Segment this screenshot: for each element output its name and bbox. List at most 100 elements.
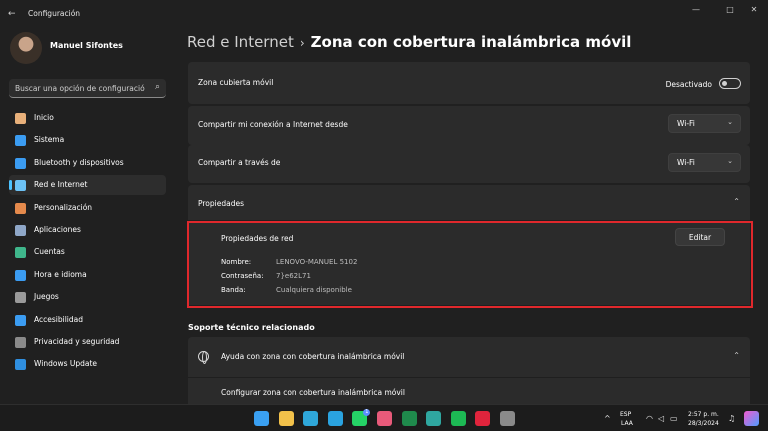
sidebar-item-label: Windows Update [34, 359, 98, 369]
clock-time[interactable]: 2:57 p. m. [688, 411, 719, 418]
chevron-up-icon[interactable]: ⌃ [733, 197, 740, 206]
support-section-title: Soporte técnico relacionado [188, 323, 315, 332]
share-over-label: Compartir a través de [198, 158, 281, 167]
share-from-dropdown[interactable]: Wi-Fi ⌄ [668, 114, 741, 133]
minimize-button[interactable]: — [686, 4, 706, 16]
close-button[interactable]: ✕ [744, 4, 764, 16]
sidebar-item-label: Accesibilidad [34, 314, 83, 324]
excel-icon[interactable] [401, 411, 417, 426]
properties-header-label: Propiedades [198, 199, 244, 208]
search-icon[interactable]: ⌕ [155, 82, 160, 92]
share-over-dropdown[interactable]: Wi-Fi ⌄ [668, 153, 741, 172]
accessibility-icon [15, 314, 26, 326]
breadcrumb-parent[interactable]: Red e Internet [187, 33, 294, 51]
account-icon [15, 247, 26, 259]
share-over-card: Compartir a través de Wi-Fi ⌄ [188, 145, 750, 183]
app-icon[interactable] [377, 411, 392, 426]
sidebar-item-hora-e-idioma[interactable]: Hora e idioma [9, 265, 166, 285]
hotspot-toggle[interactable] [719, 78, 741, 89]
copilot-icon[interactable] [744, 411, 759, 426]
app-title: Configuración [28, 9, 81, 18]
volume-icon[interactable]: ◁ [658, 414, 664, 423]
highlight-box [187, 221, 753, 308]
help-title[interactable]: Ayuda con zona con cobertura inalámbrica… [221, 352, 404, 361]
hotspot-label: Zona cubierta móvil [198, 78, 274, 87]
sidebar-item-personalización[interactable]: Personalización [9, 198, 166, 218]
bluetooth-icon [15, 157, 26, 169]
clock-globe-icon [15, 269, 26, 281]
brush-icon [15, 202, 26, 214]
sidebar-item-sistema[interactable]: Sistema [9, 130, 166, 150]
share-from-value: Wi-Fi [677, 119, 695, 128]
shield-icon [15, 337, 26, 348]
sidebar-item-cuentas[interactable]: Cuentas [9, 242, 166, 262]
back-arrow-icon[interactable]: ← [8, 8, 20, 20]
hotspot-card: Zona cubierta móvil Desactivado [188, 62, 750, 104]
wifi-icon[interactable]: ◠ [646, 414, 653, 423]
settings-icon[interactable] [500, 411, 515, 426]
sidebar-item-label: Juegos [34, 292, 59, 302]
chevron-up-icon[interactable]: ⌃ [733, 351, 740, 360]
windows-start-icon[interactable] [254, 411, 269, 426]
help-card: Ayuda con zona con cobertura inalámbrica… [188, 337, 750, 404]
search-input[interactable] [15, 82, 145, 95]
sidebar-item-aplicaciones[interactable]: Aplicaciones [9, 220, 166, 240]
breadcrumb-chevron-icon: › [299, 36, 305, 50]
sidebar-item-label: Personalización [34, 202, 93, 212]
settings-window: ← Configuración — □ ✕ Manuel Sifontes ⌕ … [0, 0, 768, 404]
toggle-knob [722, 81, 727, 86]
sidebar-item-windows-update[interactable]: Windows Update [9, 354, 166, 374]
edge-icon[interactable] [303, 411, 319, 426]
maximize-button[interactable]: □ [720, 4, 740, 16]
user-name: Manuel Sifontes [50, 41, 123, 50]
apps-icon [15, 225, 26, 236]
gamepad-icon [15, 292, 26, 304]
chevron-down-icon: ⌄ [727, 118, 733, 126]
whatsapp-icon[interactable]: 1 [352, 409, 371, 426]
file-explorer-icon[interactable] [278, 411, 294, 426]
sidebar-item-inicio[interactable]: Inicio [9, 108, 166, 128]
telegram-icon[interactable] [327, 411, 343, 426]
sidebar-item-label: Privacidad y seguridad [34, 337, 120, 346]
sidebar-item-label: Aplicaciones [34, 225, 81, 234]
system-icon [15, 135, 26, 147]
sidebar-item-label: Red e Internet [34, 180, 88, 190]
title-bar: ← Configuración — □ ✕ [0, 0, 768, 28]
network-app-icon[interactable] [426, 411, 442, 426]
notification-bell-icon[interactable]: ♫ [728, 414, 735, 423]
battery-icon[interactable]: ▭ [670, 414, 678, 423]
help-link[interactable]: Configurar zona con cobertura inalámbric… [221, 388, 405, 397]
sidebar-item-accesibilidad[interactable]: Accesibilidad [9, 310, 166, 330]
breadcrumb: Red e Internet › Zona con cobertura inalám… [187, 33, 631, 51]
sidebar-item-red-e-internet[interactable]: Red e Internet [9, 175, 166, 196]
active-indicator [9, 180, 12, 191]
sidebar-item-label: Cuentas [34, 247, 65, 257]
sidebar-item-label: Bluetooth y dispositivos [34, 157, 124, 167]
sidebar-item-label: Sistema [34, 135, 65, 145]
share-from-card: Compartir mi conexión a Internet desde W… [188, 106, 750, 145]
sidebar-item-bluetooth-y-dispositivos[interactable]: Bluetooth y dispositivos [9, 153, 166, 173]
divider [188, 377, 750, 378]
properties-header[interactable]: Propiedades ⌃ [188, 185, 750, 220]
sidebar-item-label: Inicio [34, 113, 54, 122]
chevron-up-icon[interactable]: ^ [604, 414, 611, 423]
sidebar-item-juegos[interactable]: Juegos [9, 287, 166, 307]
spotify-icon[interactable] [450, 411, 466, 426]
hotspot-state: Desactivado [665, 80, 712, 89]
network-icon [15, 180, 26, 192]
language-code[interactable]: ESP [620, 411, 631, 418]
avatar[interactable] [10, 32, 42, 64]
opera-icon[interactable] [475, 411, 491, 426]
clock-date[interactable]: 28/3/2024 [688, 420, 719, 427]
page-title: Zona con cobertura inalámbrica móvil [310, 33, 632, 51]
sidebar-item-privacidad-y-seguridad[interactable]: Privacidad y seguridad [9, 332, 166, 352]
update-icon [15, 359, 26, 371]
share-from-label: Compartir mi conexión a Internet desde [198, 120, 348, 129]
globe-icon [198, 351, 209, 364]
home-icon [15, 113, 26, 124]
language-region[interactable]: LAA [621, 420, 633, 427]
search-box[interactable]: ⌕ [9, 79, 166, 98]
notification-badge: 1 [363, 409, 371, 416]
chevron-down-icon: ⌄ [727, 157, 733, 165]
share-over-value: Wi-Fi [677, 158, 695, 167]
